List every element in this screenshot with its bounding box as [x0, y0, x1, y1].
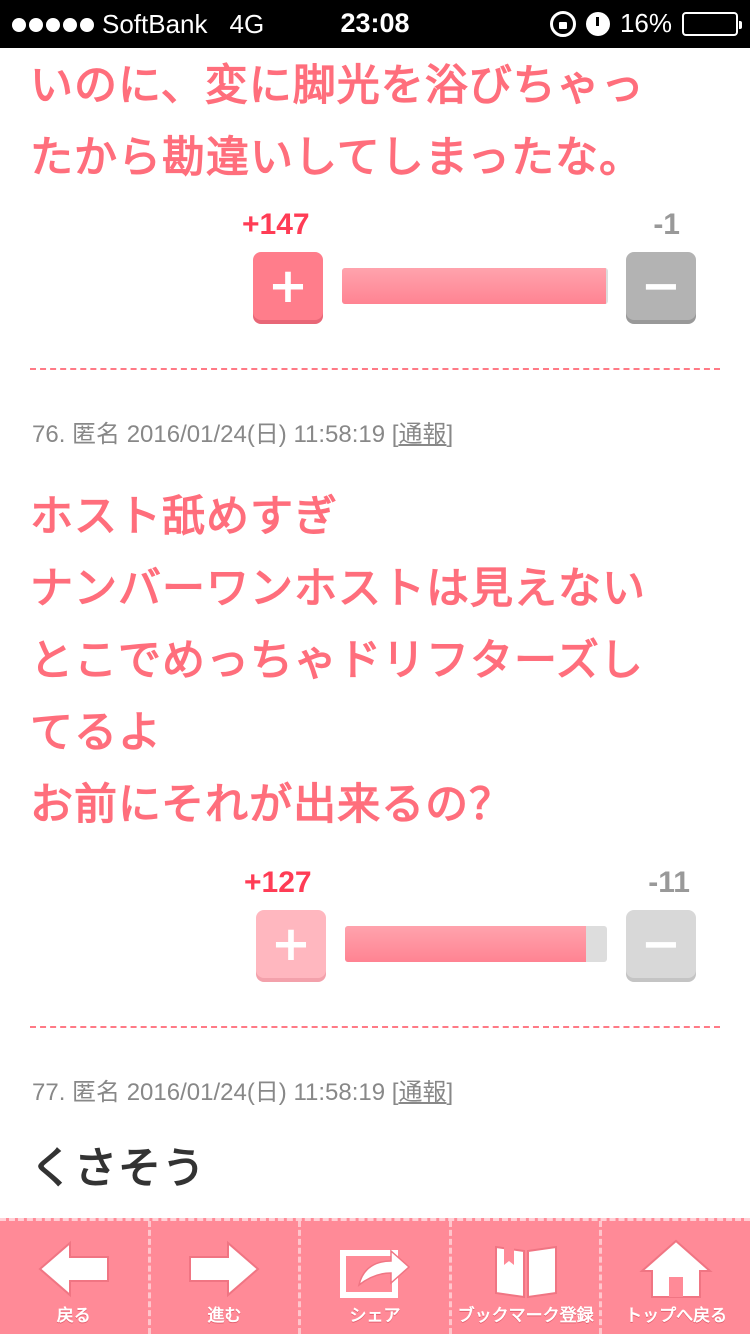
minus-vote-button[interactable]: − — [626, 910, 696, 978]
bottom-toolbar: 戻る 進む シェア ブックマーク登録 トップへ戻る — [0, 1218, 750, 1334]
top-button[interactable]: トップへ戻る — [599, 1221, 750, 1334]
report-link[interactable]: 通報 — [398, 1079, 446, 1106]
comment-body: ホスト舐めすぎ ナンバーワンホストは見えない とこでめっちゃドリフターズし てる… — [30, 492, 646, 830]
comment-meta: 77. 匿名 2016/01/24(日) 11:58:19 [通報] — [32, 1079, 454, 1106]
comment-meta: 76. 匿名 2016/01/24(日) 11:58:19 [通報] — [32, 421, 454, 448]
vote-ratio-fill — [342, 268, 607, 304]
plus-count: +127 — [244, 866, 312, 899]
bookmark-button[interactable]: ブックマーク登録 — [448, 1221, 600, 1334]
battery-percent: 16% — [619, 8, 672, 38]
vote-ratio-bar — [345, 926, 607, 962]
vote-panel: +127 -11 + − — [0, 866, 750, 998]
minus-count: -11 — [648, 866, 690, 899]
comment-body: いのに、変に脚光を浴びちゃっ たから勘違いしてしまったな。 — [30, 61, 645, 183]
home-icon — [639, 1239, 713, 1298]
comment-item: いのに、変に脚光を浴びちゃっ たから勘違いしてしまったな。 — [0, 48, 750, 194]
back-button[interactable]: 戻る — [0, 1221, 148, 1334]
comment-item: 76. 匿名 2016/01/24(日) 11:58:19 [通報] ホスト舐め… — [0, 414, 750, 841]
alarm-icon — [585, 11, 610, 36]
comment-divider — [30, 368, 720, 370]
back-arrow-icon — [38, 1240, 109, 1298]
book-icon — [494, 1243, 557, 1299]
forward-arrow-icon — [189, 1240, 260, 1298]
rotation-lock-icon — [549, 10, 576, 37]
share-icon — [339, 1249, 411, 1298]
vote-ratio-fill — [345, 926, 587, 962]
report-link[interactable]: 通報 — [398, 421, 446, 448]
comment-item: 77. 匿名 2016/01/24(日) 11:58:19 [通報] くさそう — [0, 1072, 750, 1205]
share-button[interactable]: シェア — [298, 1221, 449, 1334]
comment-list[interactable]: いのに、変に脚光を浴びちゃっ たから勘違いしてしまったな。 +147 -1 + … — [0, 48, 750, 1218]
comment-divider — [30, 1026, 720, 1028]
forward-button[interactable]: 進む — [147, 1221, 299, 1334]
status-bar: SoftBank 4G 23:08 16% — [0, 0, 750, 48]
battery-icon — [682, 11, 742, 36]
vote-ratio-bar — [342, 268, 608, 304]
plus-count: +147 — [242, 208, 310, 241]
comment-body: くさそう — [30, 1144, 206, 1194]
minus-count: -1 — [653, 208, 680, 241]
minus-vote-button[interactable]: − — [626, 252, 696, 320]
vote-panel: +147 -1 + − — [0, 208, 750, 340]
plus-vote-button[interactable]: + — [256, 910, 326, 978]
plus-vote-button[interactable]: + — [253, 252, 323, 320]
